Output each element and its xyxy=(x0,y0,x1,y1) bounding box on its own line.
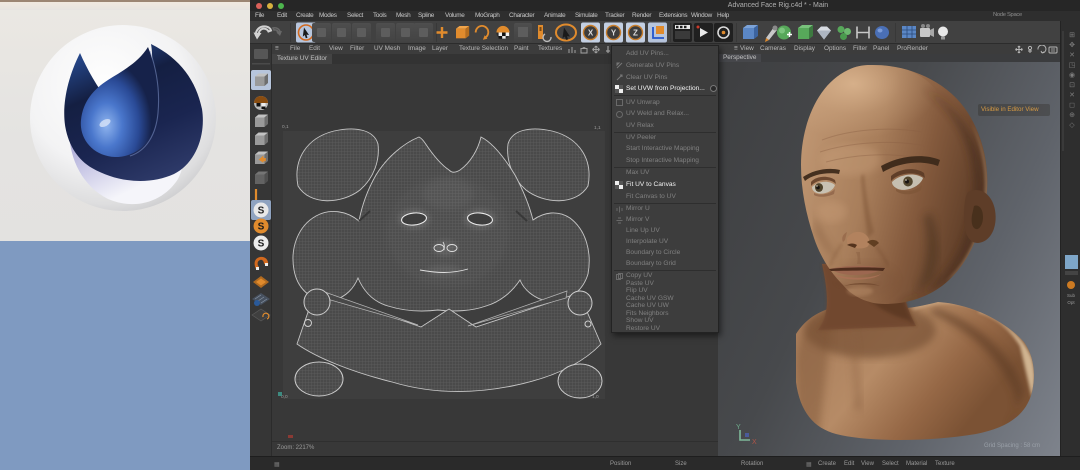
svg-text:✕: ✕ xyxy=(1069,52,1075,59)
svg-text:Y: Y xyxy=(611,29,617,38)
svg-text:Z: Z xyxy=(633,29,638,38)
svg-text:S: S xyxy=(258,222,265,233)
svg-text:S: S xyxy=(258,239,265,250)
svg-text:1,1: 1,1 xyxy=(594,125,601,131)
svg-text:✕: ✕ xyxy=(1069,92,1075,99)
svg-text:0,0: 0,0 xyxy=(281,394,288,400)
svg-text:X: X xyxy=(588,29,594,38)
svg-text:⊞: ⊞ xyxy=(1069,32,1075,39)
svg-text:0,1: 0,1 xyxy=(282,124,289,130)
svg-text:⊡: ⊡ xyxy=(1069,82,1075,89)
svg-text:X: X xyxy=(752,439,757,446)
svg-text:Y: Y xyxy=(736,424,741,431)
svg-text:Sub: Sub xyxy=(1067,293,1076,298)
svg-text:◻: ◻ xyxy=(1069,102,1075,109)
svg-text:◉: ◉ xyxy=(1069,72,1075,79)
svg-text:◳: ◳ xyxy=(1069,62,1076,69)
svg-text:✥: ✥ xyxy=(1069,41,1075,49)
svg-text:S: S xyxy=(258,206,265,217)
svg-text:Opt: Opt xyxy=(1067,300,1075,305)
svg-text:⊕: ⊕ xyxy=(1069,112,1075,119)
svg-text:1,0: 1,0 xyxy=(592,394,599,400)
svg-text:◇: ◇ xyxy=(1069,122,1075,129)
